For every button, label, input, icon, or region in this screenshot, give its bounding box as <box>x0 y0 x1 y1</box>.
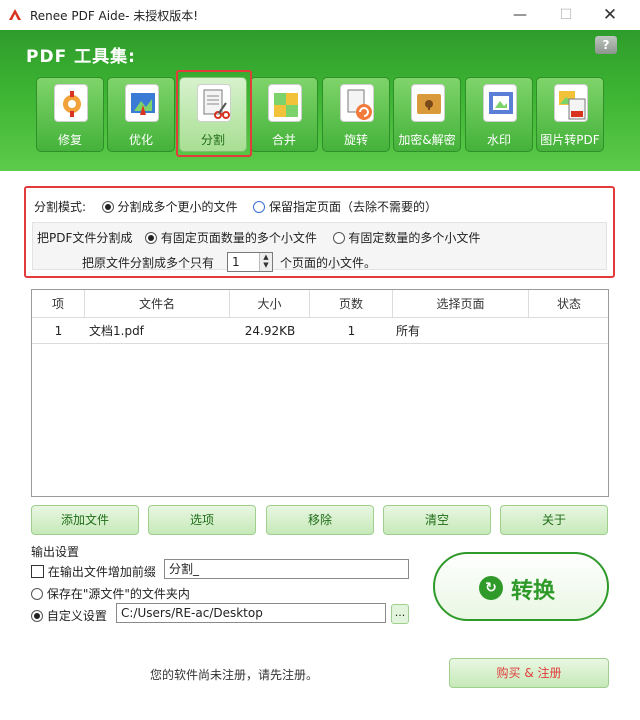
stepper-arrows-icon[interactable]: ▲ ▼ <box>259 253 272 271</box>
minimize-button[interactable]: — <box>505 4 535 26</box>
add-file-button[interactable]: 添加文件 <box>31 505 139 535</box>
optimize-icon <box>125 84 159 122</box>
row-file-size: 24.92KB <box>244 324 296 338</box>
tool-merge[interactable]: 合并 <box>250 77 318 152</box>
clear-button[interactable]: 清空 <box>383 505 491 535</box>
remove-button[interactable]: 移除 <box>266 505 374 535</box>
column-header-selection[interactable]: 选择页面 <box>393 290 529 318</box>
mode-radio-keep-pages[interactable] <box>253 201 266 213</box>
title-bar: Renee PDF Aide- 未授权版本! — ☐ ✕ <box>0 0 640 30</box>
close-button[interactable]: ✕ <box>595 4 625 26</box>
help-button[interactable]: ? <box>595 36 617 54</box>
pages-prefix-label: 把原文件分割成多个只有 <box>82 256 215 270</box>
custom-path-row: 自定义设置 <box>31 607 107 624</box>
maximize-button[interactable]: ☐ <box>551 4 581 26</box>
tool-watermark[interactable]: 水印 <box>465 77 533 152</box>
register-notice: 您的软件尚未注册，请先注册。 <box>150 668 319 682</box>
row-index: 1 <box>54 324 63 338</box>
tool-label: 图片转PDF <box>540 133 600 147</box>
mode-option-split-smaller[interactable]: 分割成多个更小的文件 <box>118 200 238 214</box>
into-radio-fixed-pages[interactable] <box>145 232 158 244</box>
options-button[interactable]: 选项 <box>148 505 256 535</box>
column-header-status[interactable]: 状态 <box>529 290 609 318</box>
image-to-pdf-icon <box>554 84 588 122</box>
into-option-fixed-count[interactable]: 有固定数量的多个小文件 <box>348 231 480 245</box>
column-header-index[interactable]: 项 <box>32 290 85 318</box>
browse-button[interactable]: ... <box>391 604 409 624</box>
tool-label: 加密&解密 <box>398 133 456 147</box>
row-page-count: 1 <box>347 324 356 338</box>
split-into-row: 把PDF文件分割成 有固定页面数量的多个小文件 有固定数量的多个小文件 <box>37 229 480 246</box>
app-logo-icon <box>9 9 21 20</box>
custom-path-input[interactable]: C:/Users/RE-ac/Desktop <box>116 603 386 623</box>
encrypt-icon <box>411 84 445 122</box>
split-mode-row: 分割模式: 分割成多个更小的文件 保留指定页面（去除不需要的） <box>34 198 437 215</box>
tools-header: PDF 工具集: ? 修复 优化 分割 合并 旋转 加密&解密 水印 图片转PD… <box>0 30 640 171</box>
table-header: 项 文件名 大小 页数 选择页面 状态 <box>32 290 608 318</box>
mode-option-keep-pages[interactable]: 保留指定页面（去除不需要的） <box>269 200 437 214</box>
save-source-radio[interactable] <box>31 588 43 600</box>
convert-label[interactable]: 转换 <box>511 573 555 605</box>
about-button[interactable]: 关于 <box>500 505 608 535</box>
pages-per-file-stepper[interactable]: 1 ▲ ▼ <box>227 252 273 272</box>
pages-suffix-label: 个页面的小文件。 <box>280 256 377 270</box>
tool-label: 优化 <box>128 133 153 147</box>
row-page-selection[interactable]: 所有 <box>396 318 526 344</box>
refresh-icon: ↻ <box>479 576 503 600</box>
prefix-input[interactable]: 分割_ <box>164 559 409 579</box>
into-radio-fixed-count[interactable] <box>332 232 345 244</box>
into-option-fixed-pages[interactable]: 有固定页面数量的多个小文件 <box>161 231 317 245</box>
prefix-label[interactable]: 在输出文件增加前缀 <box>48 565 156 579</box>
save-source-row: 保存在"源文件"的文件夹内 <box>31 585 190 602</box>
header-title: PDF 工具集: <box>26 47 136 67</box>
pages-per-file-row: 把原文件分割成多个只有 1 ▲ ▼ 个页面的小文件。 <box>32 248 607 272</box>
watermark-icon <box>483 84 517 122</box>
mode-radio-split-smaller[interactable] <box>101 201 114 213</box>
window-title: Renee PDF Aide- 未授权版本! <box>30 9 199 23</box>
split-mode-label: 分割模式: <box>34 200 87 214</box>
tool-rotate[interactable]: 旋转 <box>322 77 390 152</box>
tool-encrypt[interactable]: 加密&解密 <box>393 77 461 152</box>
split-into-label: 把PDF文件分割成 <box>37 231 133 245</box>
prefix-checkbox[interactable] <box>31 565 44 578</box>
rotate-icon <box>340 84 374 122</box>
buy-register-button[interactable]: 购买 & 注册 <box>449 658 609 688</box>
table-row[interactable]: 1 文档1.pdf 24.92KB 1 所有 <box>32 318 608 344</box>
tool-label: 合并 <box>271 133 296 147</box>
pages-per-file-value[interactable]: 1 <box>232 255 240 269</box>
tool-label: 旋转 <box>343 133 368 147</box>
selected-tool-highlight <box>176 70 252 157</box>
tool-image-to-pdf[interactable]: 图片转PDF <box>536 77 604 152</box>
row-file-name: 文档1.pdf <box>89 324 144 338</box>
merge-icon <box>268 84 302 122</box>
repair-icon <box>54 84 88 122</box>
save-source-label[interactable]: 保存在"源文件"的文件夹内 <box>47 587 190 601</box>
tool-repair[interactable]: 修复 <box>36 77 104 152</box>
tool-label: 水印 <box>486 133 511 147</box>
column-header-name[interactable]: 文件名 <box>85 290 230 318</box>
file-table[interactable]: 项 文件名 大小 页数 选择页面 状态 1 文档1.pdf 24.92KB 1 … <box>31 289 609 497</box>
tool-label: 修复 <box>57 133 82 147</box>
split-options-panel: 分割模式: 分割成多个更小的文件 保留指定页面（去除不需要的） 把PDF文件分割… <box>24 186 615 278</box>
output-settings-title: 输出设置 <box>31 545 80 559</box>
column-header-size[interactable]: 大小 <box>230 290 310 318</box>
custom-path-radio[interactable] <box>31 610 43 622</box>
convert-button[interactable]: ↻ 转换 <box>433 552 609 621</box>
row-status <box>529 318 609 344</box>
column-header-pages[interactable]: 页数 <box>310 290 393 318</box>
custom-path-label[interactable]: 自定义设置 <box>47 609 107 623</box>
prefix-row: 在输出文件增加前缀 <box>31 563 156 580</box>
tool-optimize[interactable]: 优化 <box>107 77 175 152</box>
